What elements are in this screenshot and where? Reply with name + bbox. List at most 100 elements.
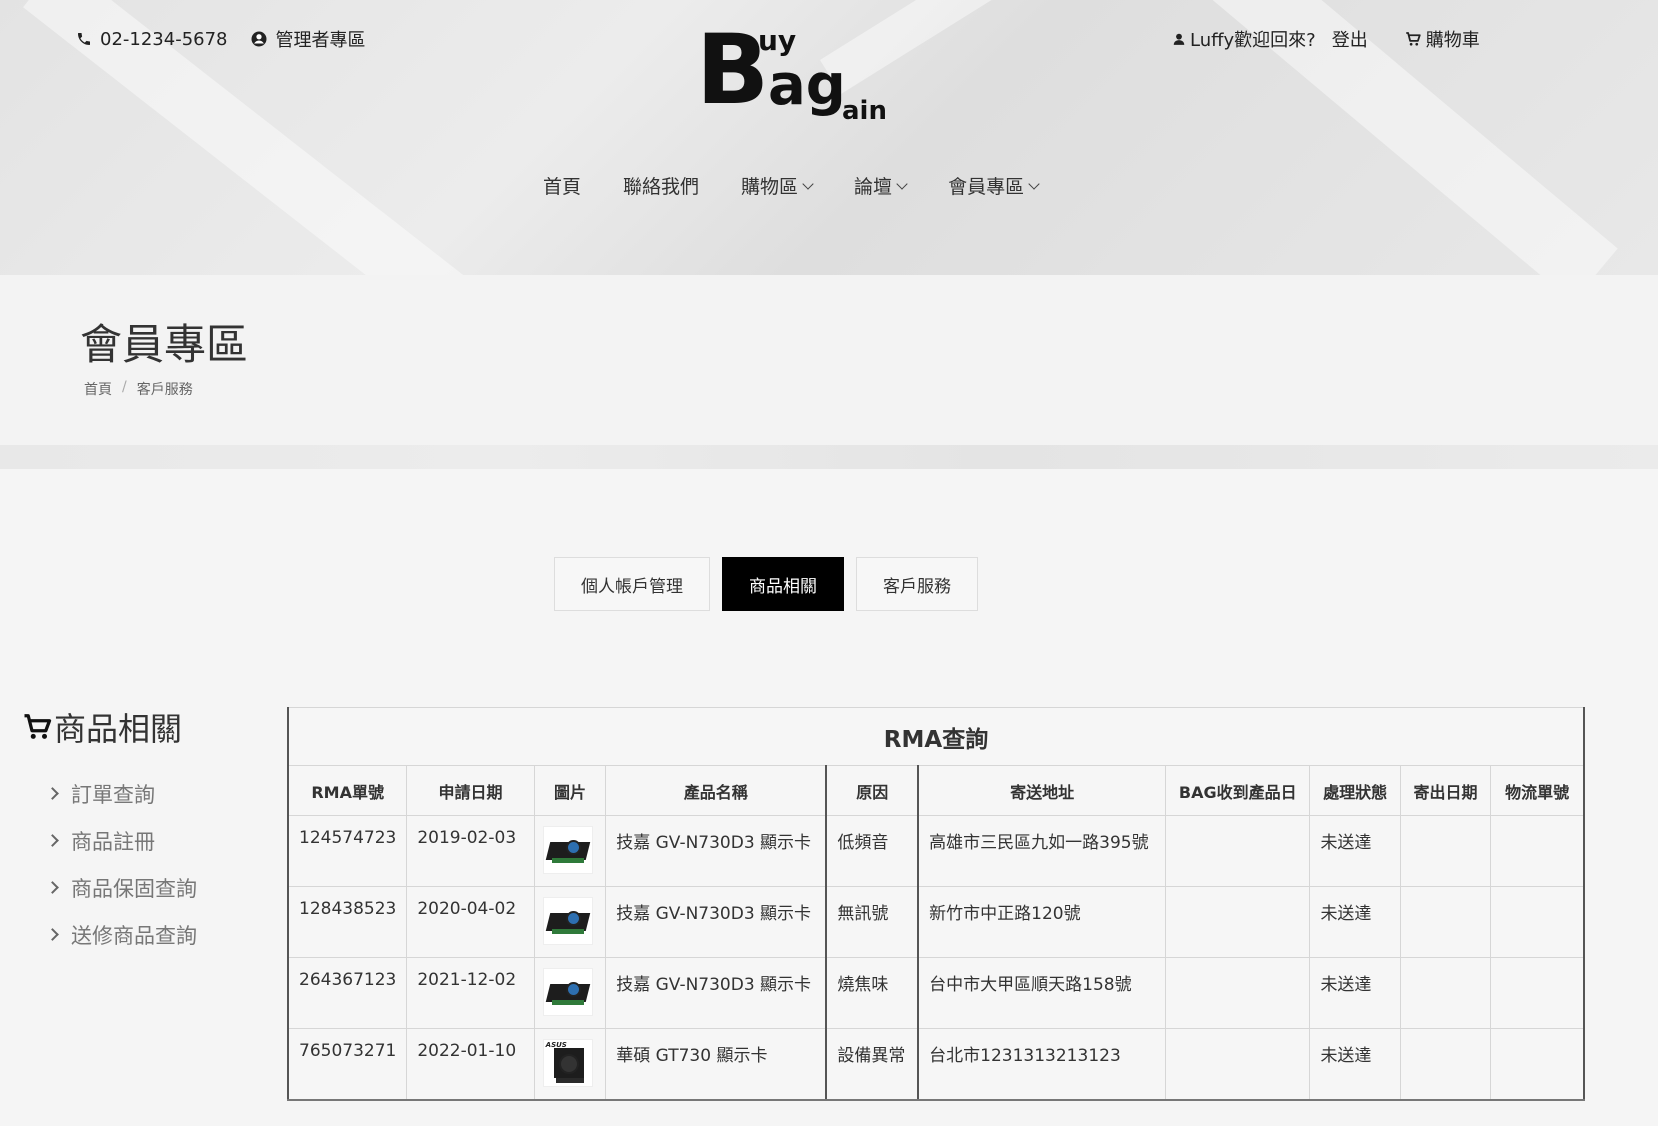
nav-item-home[interactable]: 首頁 bbox=[543, 172, 581, 199]
cart-icon bbox=[24, 714, 52, 739]
user-circle-icon bbox=[251, 31, 267, 47]
logo-letters-ain: ain bbox=[842, 96, 887, 126]
breadcrumb-current: 客戶服務 bbox=[136, 382, 193, 398]
shipped-date bbox=[1399, 957, 1492, 1029]
column-header: RMA單號 bbox=[287, 765, 408, 816]
column-header: 寄送地址 bbox=[917, 765, 1167, 816]
column-header: 寄出日期 bbox=[1399, 765, 1492, 816]
column-header: BAG收到產品日 bbox=[1165, 765, 1311, 816]
user-icon bbox=[1173, 33, 1185, 45]
nav-item-member[interactable]: 會員專區 bbox=[948, 172, 1040, 199]
tab-products[interactable]: 商品相關 bbox=[722, 557, 844, 611]
breadcrumb-separator: / bbox=[122, 379, 127, 395]
column-header: 處理狀態 bbox=[1309, 765, 1401, 816]
chevron-down-icon bbox=[896, 177, 908, 190]
chevron-right-icon bbox=[46, 928, 59, 941]
rma-reason: 設備異常 bbox=[825, 1028, 919, 1101]
rma-table-container: RMA查詢 RMA單號 申請日期 圖片 產品名稱 原因 寄送地址 BAG收到產品… bbox=[287, 707, 1586, 1101]
phone-icon bbox=[78, 33, 90, 45]
welcome-text: Luffy歡迎回來? bbox=[1190, 30, 1316, 51]
table-row: 124574723 2019-02-03 技嘉 GV-N730D3 顯示卡 低頻… bbox=[287, 815, 1586, 887]
rma-table: RMA查詢 RMA單號 申請日期 圖片 產品名稱 原因 寄送地址 BAG收到產品… bbox=[287, 707, 1586, 1101]
table-row: 128438523 2020-04-02 技嘉 GV-N730D3 顯示卡 無訊… bbox=[287, 886, 1586, 958]
gpu-image bbox=[542, 968, 593, 1016]
sidebar-item-repair-query[interactable]: 送修商品查詢 bbox=[46, 911, 272, 958]
chevron-right-icon bbox=[46, 787, 59, 800]
sidebar-title: 商品相關 bbox=[22, 704, 272, 750]
tracking-number bbox=[1490, 1028, 1586, 1101]
chevron-right-icon bbox=[46, 881, 59, 894]
main-nav: 首頁 聯絡我們 購物區 論壇 會員專區 bbox=[543, 172, 1040, 199]
nav-item-forum[interactable]: 論壇 bbox=[854, 172, 908, 199]
rma-reason: 燒焦味 bbox=[825, 957, 919, 1029]
admin-link[interactable]: 管理者專區 bbox=[250, 26, 366, 52]
processing-status: 未送達 bbox=[1309, 1028, 1401, 1101]
shipping-address: 台北市1231313213123 bbox=[917, 1028, 1167, 1101]
product-name: 技嘉 GV-N730D3 顯示卡 bbox=[605, 815, 827, 887]
cart-link[interactable]: 購物車 bbox=[1404, 26, 1480, 52]
apply-date: 2021-12-02 bbox=[406, 957, 535, 1029]
nav-label: 會員專區 bbox=[948, 176, 1025, 198]
gpu-image bbox=[542, 826, 593, 874]
processing-status: 未送達 bbox=[1309, 886, 1401, 958]
nav-item-shop[interactable]: 購物區 bbox=[741, 172, 814, 199]
table-row: 765073271 2022-01-10 ASUS 華碩 GT730 顯示卡 設… bbox=[287, 1028, 1586, 1101]
tab-account[interactable]: 個人帳戶管理 bbox=[554, 557, 710, 611]
page-title: 會員專區 bbox=[80, 320, 249, 369]
column-header: 圖片 bbox=[533, 765, 607, 816]
nav-label: 聯絡我們 bbox=[623, 176, 700, 198]
product-name: 技嘉 GV-N730D3 顯示卡 bbox=[605, 886, 827, 958]
admin-link-label: 管理者專區 bbox=[275, 30, 366, 51]
rma-number: 128438523 bbox=[287, 886, 408, 958]
processing-status: 未送達 bbox=[1309, 957, 1401, 1029]
rma-number: 124574723 bbox=[287, 815, 408, 887]
sidebar-item-label: 訂單查詢 bbox=[71, 782, 155, 807]
product-name: 華碩 GT730 顯示卡 bbox=[605, 1028, 827, 1101]
received-date bbox=[1165, 957, 1311, 1029]
nav-label: 購物區 bbox=[741, 176, 799, 198]
table-row: 264367123 2021-12-02 技嘉 GV-N730D3 顯示卡 燒焦… bbox=[287, 957, 1586, 1029]
user-bar: Luffy歡迎回來? 登出 購物車 bbox=[1172, 26, 1480, 52]
cart-icon bbox=[1405, 32, 1421, 46]
chevron-down-icon bbox=[802, 177, 814, 190]
tab-customer-service[interactable]: 客戶服務 bbox=[856, 557, 978, 611]
column-header: 物流單號 bbox=[1490, 765, 1586, 816]
breadcrumb: 首頁 / 客戶服務 bbox=[84, 379, 193, 399]
shipped-date bbox=[1399, 1028, 1492, 1101]
sidebar-item-label: 送修商品查詢 bbox=[71, 923, 197, 948]
sidebar-item-product-register[interactable]: 商品註冊 bbox=[46, 817, 272, 864]
logout-link[interactable]: 登出 bbox=[1332, 26, 1368, 52]
phone-link[interactable]: 02-1234-5678 bbox=[76, 29, 228, 50]
rma-number: 264367123 bbox=[287, 957, 408, 1029]
buybagain-logo[interactable]: B uy ag ain bbox=[696, 22, 887, 132]
column-header: 申請日期 bbox=[406, 765, 535, 816]
sidebar-item-order-query[interactable]: 訂單查詢 bbox=[46, 770, 272, 817]
site-header: 02-1234-5678 管理者專區 B uy ag ain Luffy歡迎回來… bbox=[0, 0, 1658, 275]
shipped-date bbox=[1399, 886, 1492, 958]
shipping-address: 台中市大甲區順天路158號 bbox=[917, 957, 1167, 1029]
breadcrumb-home[interactable]: 首頁 bbox=[84, 379, 112, 399]
received-date bbox=[1165, 886, 1311, 958]
sidebar-item-warranty-query[interactable]: 商品保固查詢 bbox=[46, 864, 272, 911]
sidebar-list: 訂單查詢 商品註冊 商品保固查詢 送修商品查詢 bbox=[46, 770, 272, 958]
member-tabs: 個人帳戶管理 商品相關 客戶服務 bbox=[554, 557, 978, 611]
shipped-date bbox=[1399, 815, 1492, 887]
tracking-number bbox=[1490, 886, 1586, 958]
rma-number: 765073271 bbox=[287, 1028, 408, 1101]
chevron-down-icon bbox=[1028, 177, 1040, 190]
nav-item-contact[interactable]: 聯絡我們 bbox=[623, 172, 699, 199]
shipping-address: 新竹市中正路120號 bbox=[917, 886, 1167, 958]
asus-gpu-image: ASUS bbox=[542, 1039, 593, 1087]
apply-date: 2020-04-02 bbox=[406, 886, 535, 958]
product-name: 技嘉 GV-N730D3 顯示卡 bbox=[605, 957, 827, 1029]
product-image-cell bbox=[533, 957, 607, 1029]
sidebar-item-label: 商品保固查詢 bbox=[71, 876, 197, 901]
apply-date: 2019-02-03 bbox=[406, 815, 535, 887]
divider-band bbox=[0, 445, 1658, 469]
rma-reason: 無訊號 bbox=[825, 886, 919, 958]
tracking-number bbox=[1490, 815, 1586, 887]
logo-letters-ag: ag bbox=[768, 53, 846, 118]
chevron-right-icon bbox=[46, 834, 59, 847]
received-date bbox=[1165, 815, 1311, 887]
contact-bar: 02-1234-5678 管理者專區 bbox=[76, 26, 366, 52]
